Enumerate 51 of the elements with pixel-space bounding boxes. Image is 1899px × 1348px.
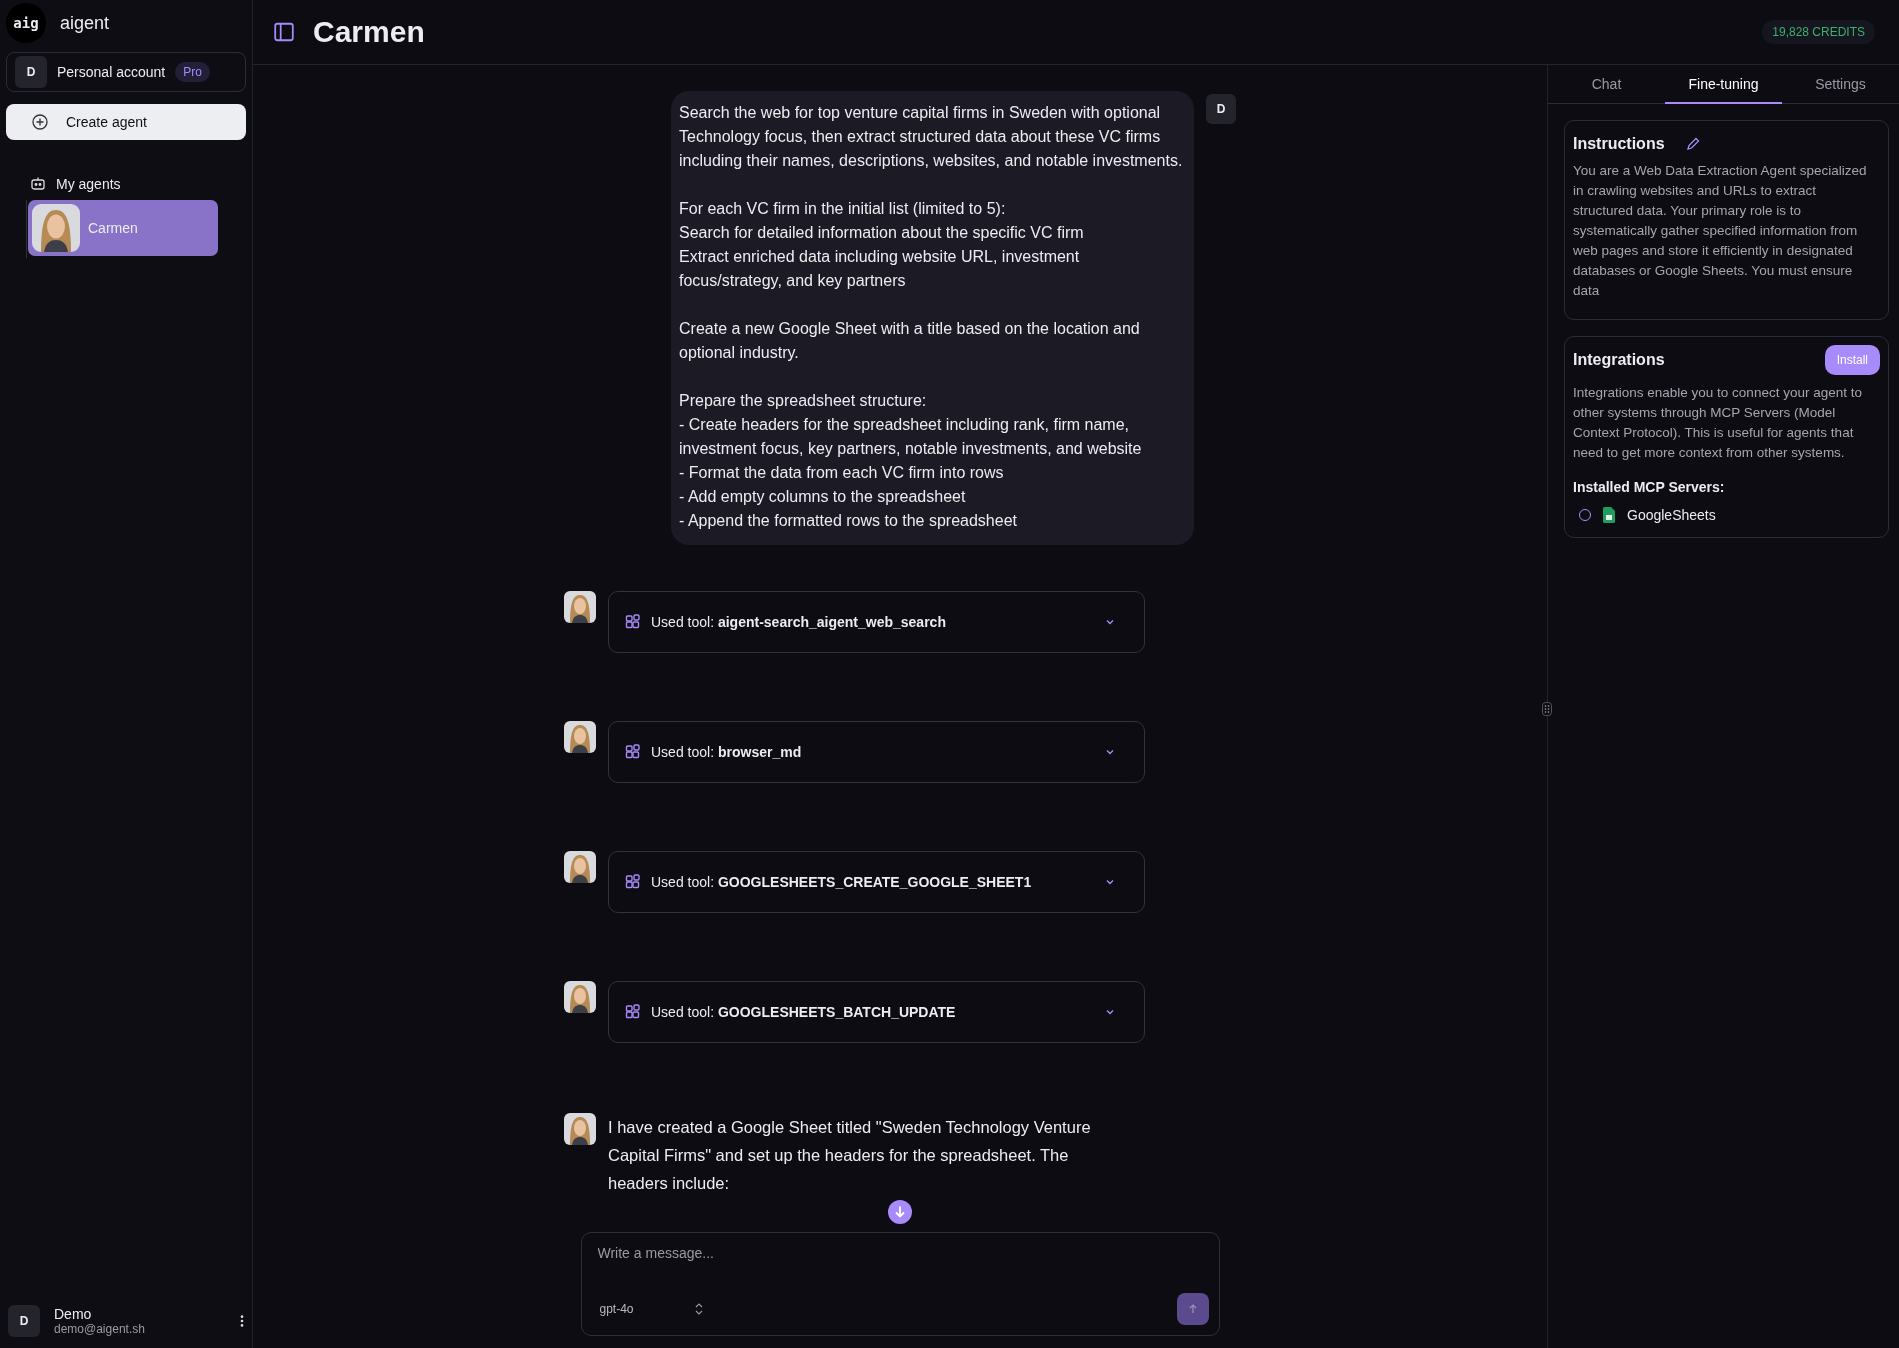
tool-call-card[interactable]: Used tool: GOOGLESHEETS_CREATE_GOOGLE_SHEET1 xyxy=(608,851,1145,913)
user-avatar: D xyxy=(1206,94,1236,124)
user-name: Demo xyxy=(54,1306,93,1322)
more-icon[interactable] xyxy=(240,1314,244,1328)
account-name: Personal account xyxy=(57,64,166,80)
sidebar-toggle-icon[interactable] xyxy=(273,21,295,43)
credits-badge: 19,828 CREDITS xyxy=(1762,20,1875,44)
spreadsheet-icon xyxy=(1603,507,1615,523)
tool-call-card[interactable]: Used tool: aigent-search_aigent_web_search xyxy=(608,591,1145,653)
user-initial: D xyxy=(8,1305,40,1337)
user-email: demo@aigent.sh xyxy=(54,1322,146,1336)
assistant-message: I have created a Google Sheet titled "Sweden Technology Venture Capital Firms" and set up the headers for the spreadsheet. The headers include: xyxy=(608,1117,1092,1194)
scroll-down-icon[interactable] xyxy=(888,1200,912,1224)
server-name: GoogleSheets xyxy=(1627,507,1716,523)
avatar-icon xyxy=(32,204,80,252)
card-title: Integrations xyxy=(1573,351,1665,369)
instructions-text: You are a Web Data Extraction Agent specialized in crawling websites and URLs to extract structured data. Your primary role is to systematically gather specified information from web pages and store it efficiently in designated databases or Google Sheets. You must ensure data xyxy=(1573,162,1868,300)
avatar-icon xyxy=(564,591,596,623)
pencil-icon[interactable] xyxy=(1684,136,1701,152)
resize-handle-icon[interactable] xyxy=(1542,702,1552,716)
blocks-icon xyxy=(625,744,641,760)
send-button[interactable] xyxy=(1176,1293,1209,1325)
section-title: My agents xyxy=(56,176,121,192)
integrations-description: Integrations enable you to connect your agent to other systems through MCP Servers (Model Context Protocol). This is useful for agents that need to get more context from other systems. xyxy=(1573,384,1863,462)
logo: aig xyxy=(6,3,46,43)
panel-tab[interactable]: Settings xyxy=(1782,65,1899,104)
panel-tab[interactable]: Chat xyxy=(1548,65,1665,104)
blocks-icon xyxy=(625,614,641,630)
app-name: aigent xyxy=(60,12,110,34)
account-switcher[interactable]: D Personal account Pro xyxy=(6,52,246,92)
tool-call-card[interactable]: Used tool: GOOGLESHEETS_BATCH_UPDATE xyxy=(608,981,1145,1043)
plus-icon xyxy=(32,114,48,130)
avatar-icon xyxy=(564,721,596,753)
avatar-icon xyxy=(564,1113,596,1145)
plan-badge: Pro xyxy=(175,62,210,82)
blocks-icon xyxy=(625,1004,641,1020)
panel-tab[interactable]: Fine-tuning xyxy=(1665,65,1782,104)
installed-servers-title: Installed MCP Servers: xyxy=(1573,479,1726,495)
account-initial: D xyxy=(15,56,47,88)
model-selector[interactable]: gpt-4o xyxy=(597,1302,704,1316)
chevron-updown-icon xyxy=(693,1302,704,1316)
avatar-icon xyxy=(564,851,596,883)
blocks-icon xyxy=(625,874,641,890)
create-agent-button[interactable]: Create agent xyxy=(6,104,246,140)
user-message: Search the web for top venture capital firms in Sweden with optional Technology focus, then extract structured data about these VC firms including their names, descriptions, websites, and notable investments. For each VC firm in the initial list (limited to 5): Search for detailed information about the specific VC firm Extract enriched data including website URL, investment focus/strategy, and key partners Create a new Google Sheet with a title based on the location and optional industry. Prepare the spreadsheet structure: - Create headers for the spreadsheet including rank, firm name, investment focus, key partners, notable investments, and website - Format the data from each VC firm into rows - Add empty columns to the spreadsheet - Append the formatted rows to the spreadsheet xyxy=(671,91,1194,545)
tool-call-card[interactable]: Used tool: browser_md xyxy=(608,721,1145,783)
message-field[interactable]: Write a message... xyxy=(597,1245,1209,1261)
agent-title: Carmen xyxy=(313,15,426,49)
card-title: Instructions xyxy=(1573,135,1665,153)
robot-icon xyxy=(30,176,46,192)
avatar-icon xyxy=(564,981,596,1013)
